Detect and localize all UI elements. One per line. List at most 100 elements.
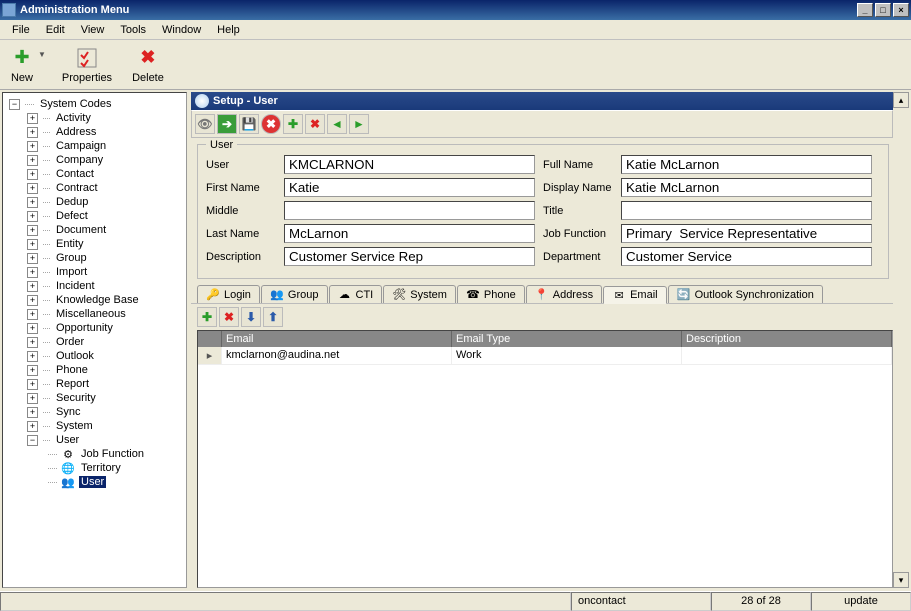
tree-node-contract[interactable]: +····Contract xyxy=(3,181,186,195)
cell-desc[interactable] xyxy=(682,347,892,364)
description-input[interactable] xyxy=(284,247,535,266)
expand-icon[interactable]: + xyxy=(27,379,38,390)
expand-icon[interactable]: + xyxy=(27,155,38,166)
minimize-button[interactable]: _ xyxy=(857,3,873,17)
tree-node-outlook[interactable]: +····Outlook xyxy=(3,349,186,363)
expand-icon[interactable]: + xyxy=(27,267,38,278)
eye-button[interactable]: 👁 xyxy=(195,114,215,134)
expand-icon[interactable]: + xyxy=(27,281,38,292)
tree-node-job-function[interactable]: ····· ⚙ Job Function xyxy=(3,447,186,461)
expand-icon[interactable]: + xyxy=(27,407,38,418)
expand-icon[interactable]: + xyxy=(27,337,38,348)
firstname-input[interactable] xyxy=(284,178,535,197)
tree-node-opportunity[interactable]: +····Opportunity xyxy=(3,321,186,335)
grid-down-button[interactable]: ⬇ xyxy=(241,307,261,327)
tree-node-entity[interactable]: +····Entity xyxy=(3,237,186,251)
tab-outlook-sync[interactable]: 🔄Outlook Synchronization xyxy=(668,285,823,303)
email-grid[interactable]: Email Email Type Description ▸ kmclarnon… xyxy=(197,330,893,588)
grid-header-email[interactable]: Email xyxy=(222,331,452,347)
tree-node-miscellaneous[interactable]: +····Miscellaneous xyxy=(3,307,186,321)
collapse-icon[interactable]: − xyxy=(9,99,20,110)
tree-node-order[interactable]: +····Order xyxy=(3,335,186,349)
expand-icon[interactable]: + xyxy=(27,225,38,236)
displayname-input[interactable] xyxy=(621,178,872,197)
tree-node-incident[interactable]: +····Incident xyxy=(3,279,186,293)
expand-icon[interactable]: + xyxy=(27,239,38,250)
menu-file[interactable]: File xyxy=(4,22,38,38)
tree-node-knowledge-base[interactable]: +····Knowledge Base xyxy=(3,293,186,307)
add-button[interactable]: ✚ xyxy=(283,114,303,134)
expand-icon[interactable]: + xyxy=(27,197,38,208)
expand-icon[interactable]: + xyxy=(27,365,38,376)
expand-icon[interactable]: + xyxy=(27,113,38,124)
expand-icon[interactable]: + xyxy=(27,169,38,180)
expand-icon[interactable]: + xyxy=(27,141,38,152)
expand-icon[interactable]: + xyxy=(27,211,38,222)
title-input[interactable] xyxy=(621,201,872,220)
scroll-up-button[interactable]: ▴ xyxy=(893,92,909,108)
expand-icon[interactable]: + xyxy=(27,295,38,306)
tree-node-security[interactable]: +····Security xyxy=(3,391,186,405)
menu-edit[interactable]: Edit xyxy=(38,22,73,38)
expand-icon[interactable]: + xyxy=(27,183,38,194)
grid-header-desc[interactable]: Description xyxy=(682,331,892,347)
menu-view[interactable]: View xyxy=(73,22,113,38)
expand-icon[interactable]: + xyxy=(27,421,38,432)
tab-address[interactable]: 📍Address xyxy=(526,285,602,303)
prev-button[interactable]: ◄ xyxy=(327,114,347,134)
cancel-button[interactable]: ✖ xyxy=(261,114,281,134)
tree-node-document[interactable]: +····Document xyxy=(3,223,186,237)
tree-node-company[interactable]: +····Company xyxy=(3,153,186,167)
grid-delete-button[interactable]: ✖ xyxy=(219,307,239,327)
fullname-input[interactable] xyxy=(621,155,872,174)
tree-node-defect[interactable]: +····Defect xyxy=(3,209,186,223)
tree-node-phone[interactable]: +····Phone xyxy=(3,363,186,377)
tab-system[interactable]: 🛠System xyxy=(383,285,456,303)
tree-node-import[interactable]: +····Import xyxy=(3,265,186,279)
tree-node-activity[interactable]: +····Activity xyxy=(3,111,186,125)
tree-node-address[interactable]: +····Address xyxy=(3,125,186,139)
new-button[interactable]: ✚ New xyxy=(6,44,38,86)
lastname-input[interactable] xyxy=(284,224,535,243)
tree-node-territory[interactable]: ····· 🌐 Territory xyxy=(3,461,186,475)
collapse-icon[interactable]: − xyxy=(27,435,38,446)
expand-icon[interactable]: + xyxy=(27,351,38,362)
next-button[interactable]: ► xyxy=(349,114,369,134)
nav-tree[interactable]: − ····· System Codes +····Activity+····A… xyxy=(2,92,187,588)
tree-node-user-leaf[interactable]: ····· 👥 User xyxy=(3,475,186,489)
new-dropdown-icon[interactable]: ▼ xyxy=(38,44,46,59)
save-button[interactable]: 💾 xyxy=(239,114,259,134)
scroll-down-button[interactable]: ▾ xyxy=(893,572,909,588)
expand-icon[interactable]: + xyxy=(27,323,38,334)
tab-phone[interactable]: ☎Phone xyxy=(457,285,525,303)
middle-input[interactable] xyxy=(284,201,535,220)
expand-icon[interactable]: + xyxy=(27,253,38,264)
delete-button[interactable]: ✖ Delete xyxy=(128,44,168,86)
tree-node-contact[interactable]: +····Contact xyxy=(3,167,186,181)
grid-header-type[interactable]: Email Type xyxy=(452,331,682,347)
menu-tools[interactable]: Tools xyxy=(112,22,154,38)
menu-help[interactable]: Help xyxy=(209,22,248,38)
grid-add-button[interactable]: ✚ xyxy=(197,307,217,327)
expand-icon[interactable]: + xyxy=(27,127,38,138)
tree-node-group[interactable]: +····Group xyxy=(3,251,186,265)
go-button[interactable]: ➔ xyxy=(217,114,237,134)
jobfunction-input[interactable] xyxy=(621,224,872,243)
grid-row[interactable]: ▸ kmclarnon@audina.net Work xyxy=(198,347,892,365)
menu-window[interactable]: Window xyxy=(154,22,209,38)
tree-node-campaign[interactable]: +····Campaign xyxy=(3,139,186,153)
tree-node-user[interactable]: − ···· User xyxy=(3,433,186,447)
tab-email[interactable]: ✉Email xyxy=(603,286,667,304)
expand-icon[interactable]: + xyxy=(27,393,38,404)
close-button[interactable]: × xyxy=(893,3,909,17)
tree-node-system[interactable]: +····System xyxy=(3,419,186,433)
remove-button[interactable]: ✖ xyxy=(305,114,325,134)
cell-email[interactable]: kmclarnon@audina.net xyxy=(222,347,452,364)
expand-icon[interactable]: + xyxy=(27,309,38,320)
tree-node-sync[interactable]: +····Sync xyxy=(3,405,186,419)
department-input[interactable] xyxy=(621,247,872,266)
tab-cti[interactable]: ☁CTI xyxy=(329,285,383,303)
user-input[interactable] xyxy=(284,155,535,174)
tree-node-dedup[interactable]: +····Dedup xyxy=(3,195,186,209)
cell-type[interactable]: Work xyxy=(452,347,682,364)
